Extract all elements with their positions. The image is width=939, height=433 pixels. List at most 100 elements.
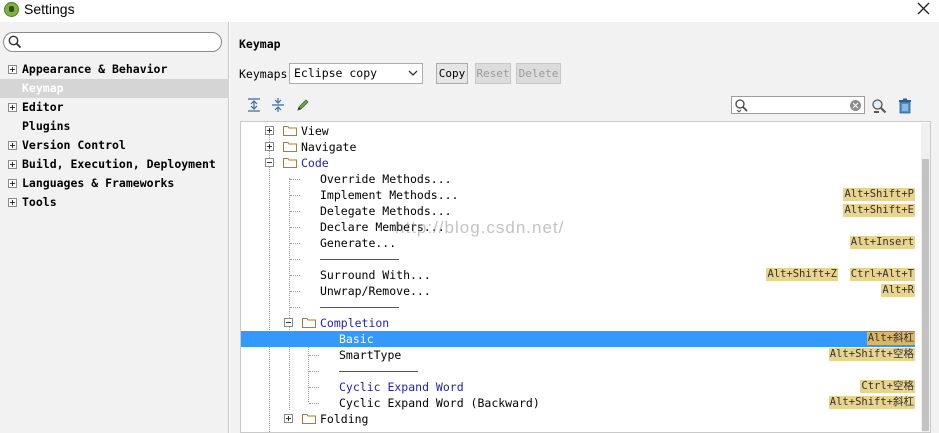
shortcut-badge: Alt+Shift+Z (766, 268, 838, 281)
delete-button[interactable]: Delete (516, 63, 561, 84)
tree-row-smarttype[interactable]: SmartType Alt+Shift+空格 (241, 347, 915, 363)
sidebar-item-build-execution-deployment[interactable]: Build, Execution, Deployment (0, 155, 229, 174)
sidebar-item-label: Version Control (22, 138, 126, 152)
expand-icon[interactable] (8, 179, 17, 188)
sidebar-item-tools[interactable]: Tools (0, 193, 229, 212)
tree-guide-line (290, 307, 300, 308)
collapse-icon[interactable] (284, 318, 293, 327)
tree-guide-line (290, 259, 300, 260)
settings-nav: Appearance & Behavior Keymap Editor Plug… (0, 60, 229, 212)
tree-row-cyclic-expand-word-backward[interactable]: Cyclic Expand Word (Backward) Alt+Shift+… (241, 395, 915, 411)
sidebar-item-appearance-behavior[interactable]: Appearance & Behavior (0, 60, 229, 79)
keymaps-label: Keymaps: (239, 67, 295, 81)
folder-icon (302, 414, 316, 424)
tree-row-unwrap-remove[interactable]: Unwrap/Remove... Alt+R (241, 283, 915, 299)
shortcut-badge: Alt+斜杠 (866, 332, 915, 345)
keymap-select[interactable]: Eclipse copy (289, 63, 423, 84)
shortcut-badge: Alt+Shift+P (843, 188, 915, 201)
scrollbar-thumb[interactable] (922, 159, 929, 431)
tree-row-label: Override Methods... (320, 172, 452, 186)
folder-icon (283, 126, 297, 136)
tree-row-delegate-methods[interactable]: Delegate Methods... Alt+Shift+E (241, 203, 915, 219)
tree-guide-line (290, 291, 300, 292)
tree-row-override-methods[interactable]: Override Methods... (241, 171, 915, 187)
tree-row-code[interactable]: Code (241, 155, 915, 171)
sidebar-item-label: Editor (22, 100, 64, 114)
sidebar-item-label: Plugins (22, 119, 71, 133)
expand-all-icon[interactable] (246, 97, 262, 113)
sidebar-item-languages-frameworks[interactable]: Languages & Frameworks (0, 174, 229, 193)
collapse-icon[interactable] (265, 158, 274, 167)
tree-row-generate[interactable]: Generate... Alt+Insert (241, 235, 915, 251)
sidebar-item-keymap[interactable]: Keymap (0, 79, 229, 98)
reset-button[interactable]: Reset (475, 63, 511, 84)
keymap-action-tree[interactable]: View Navigate Code Override Methods... I… (240, 121, 931, 433)
tree-row-implement-methods[interactable]: Implement Methods... Alt+Shift+P (241, 187, 915, 203)
shortcut-badge: Alt+Shift+空格 (828, 348, 915, 361)
expand-icon[interactable] (8, 198, 17, 207)
expand-icon[interactable] (8, 103, 17, 112)
expand-icon[interactable] (8, 160, 17, 169)
tree-guide-line (290, 227, 300, 228)
tree-row-basic[interactable]: Basic Alt+斜杠 (241, 331, 915, 347)
tree-row-label: Surround With... (320, 268, 431, 282)
sidebar-item-label: Keymap (22, 81, 64, 95)
tree-separator (241, 363, 915, 379)
tree-guide-line (290, 195, 300, 196)
folder-icon (283, 142, 297, 152)
shortcut-badge: Ctrl+空格 (860, 380, 915, 393)
tree-row-label: Cyclic Expand Word (339, 380, 464, 394)
sidebar-item-label: Build, Execution, Deployment (22, 157, 216, 171)
tree-row-label: Delegate Methods... (320, 204, 452, 218)
tree-row-surround-with[interactable]: Surround With... Alt+Shift+Z Ctrl+Alt+T (241, 267, 915, 283)
watermark-text: http://blog.csdn.net/ (395, 218, 565, 237)
tree-guide-line (290, 179, 300, 180)
sidebar-item-plugins[interactable]: Plugins (0, 117, 229, 136)
tree-row-label: Basic (339, 332, 374, 346)
tree-row-declare-members[interactable]: Declare Members... (241, 219, 915, 235)
edit-shortcut-icon[interactable] (295, 97, 311, 113)
expand-icon[interactable] (8, 141, 17, 150)
settings-search-input[interactable] (3, 32, 222, 52)
find-shortcut-icon[interactable] (871, 98, 887, 114)
shortcut-search-input[interactable] (731, 96, 865, 114)
tree-row-view[interactable]: View (241, 123, 915, 139)
sidebar-item-version-control[interactable]: Version Control (0, 136, 229, 155)
page-title: Keymap (239, 37, 281, 51)
tree-row-folding[interactable]: Folding (241, 411, 915, 427)
expand-icon[interactable] (265, 142, 274, 151)
tree-separator (241, 299, 915, 315)
tree-scrollbar[interactable] (921, 123, 930, 432)
title-bar: Settings (0, 0, 939, 22)
copy-button[interactable]: Copy (436, 63, 468, 84)
tree-row-label: Completion (320, 316, 390, 330)
shortcut-badge: Alt+Shift+斜杠 (828, 396, 915, 409)
tree-guide-line (290, 243, 300, 244)
folder-open-icon (283, 158, 297, 168)
tree-guide-line (309, 355, 319, 356)
separator-line (320, 259, 399, 260)
expand-icon[interactable] (265, 126, 274, 135)
close-icon[interactable] (915, 0, 933, 18)
expand-icon[interactable] (8, 65, 17, 74)
tree-row-label: Implement Methods... (320, 188, 459, 202)
tree-guide-line (290, 211, 300, 212)
tree-guide-line (290, 275, 300, 276)
clear-search-icon[interactable] (850, 100, 861, 111)
settings-sidebar: Appearance & Behavior Keymap Editor Plug… (0, 22, 229, 433)
separator-line (320, 307, 399, 308)
tree-row-label: Generate... (320, 236, 397, 250)
tree-row-label: View (301, 124, 329, 138)
tree-row-label: Cyclic Expand Word (Backward) (339, 396, 540, 410)
tree-row-label: SmartType (339, 348, 402, 362)
keymap-select-value: Eclipse copy (294, 66, 378, 80)
search-icon (8, 35, 22, 49)
tree-row-navigate[interactable]: Navigate (241, 139, 915, 155)
tree-row-cyclic-expand-word[interactable]: Cyclic Expand Word Ctrl+空格 (241, 379, 915, 395)
tree-row-completion[interactable]: Completion (241, 315, 915, 331)
collapse-all-icon[interactable] (270, 97, 286, 113)
sidebar-item-editor[interactable]: Editor (0, 98, 229, 117)
trash-icon[interactable] (897, 98, 913, 114)
expand-icon[interactable] (284, 414, 293, 423)
tree-guide-line (309, 371, 319, 372)
